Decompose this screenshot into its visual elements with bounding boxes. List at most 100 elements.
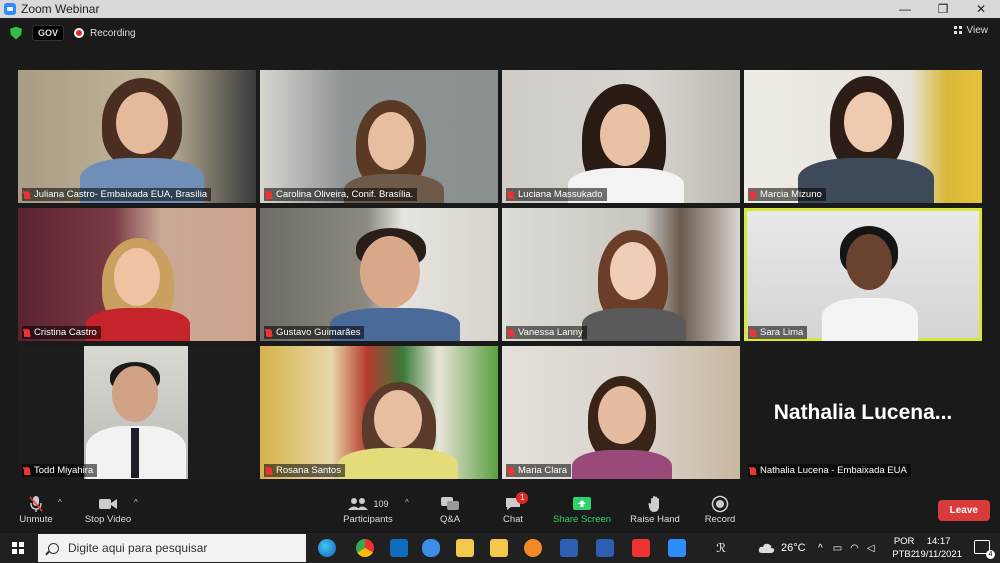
wifi-icon[interactable]: ◠ <box>850 543 859 554</box>
weather-widget[interactable]: 26°C <box>758 533 806 563</box>
participant-name: Sara Lima <box>760 327 804 338</box>
people-icon[interactable]: ℛ <box>712 539 730 557</box>
participants-count: 109 <box>373 499 389 509</box>
record-icon <box>711 495 729 513</box>
muted-mic-icon <box>508 466 514 475</box>
participants-options-caret[interactable]: ^ <box>405 498 409 507</box>
muted-microphone-icon <box>29 496 43 512</box>
battery-icon[interactable]: ▭ <box>833 543 842 554</box>
volume-icon[interactable]: ◁ <box>867 543 875 554</box>
qa-icon <box>441 497 459 510</box>
unmute-label: Unmute <box>19 514 53 525</box>
language-indicator[interactable]: POR PTB2 <box>892 535 916 561</box>
video-tile-nathalia-camera-off[interactable]: Nathalia Lucena... Nathalia Lucena - Emb… <box>744 346 982 479</box>
stop-video-button[interactable]: Stop Video <box>80 494 136 525</box>
video-tile-marcia[interactable]: Marcia Mizuno <box>744 70 982 203</box>
taskbar-search-box[interactable]: Digite aqui para pesquisar <box>38 534 306 562</box>
close-button[interactable]: ✕ <box>962 0 1000 18</box>
qa-button[interactable]: Q&A <box>432 494 468 525</box>
word-document-icon[interactable] <box>596 539 614 557</box>
chat-button[interactable]: 1 Chat <box>496 492 530 525</box>
encryption-shield-icon[interactable] <box>10 26 22 40</box>
video-tile-todd[interactable]: Todd Miyahira <box>18 346 256 479</box>
camera-off-name-display: Nathalia Lucena... <box>773 400 953 424</box>
share-screen-icon <box>573 497 591 510</box>
word-icon[interactable] <box>560 539 578 557</box>
participants-icon <box>348 498 369 510</box>
chrome-icon[interactable] <box>356 539 374 557</box>
muted-mic-icon <box>508 328 514 337</box>
outlook-icon[interactable] <box>390 539 408 557</box>
keyboard-layout: PTB2 <box>892 549 916 560</box>
video-tile-luciana[interactable]: Luciana Massukado <box>502 70 740 203</box>
participant-name: Maria Clara <box>518 465 568 476</box>
file-explorer-icon[interactable] <box>456 539 474 557</box>
video-tile-juliana[interactable]: Juliana Castro- Embaixada EUA, Brasília <box>18 70 256 203</box>
muted-mic-icon <box>24 328 30 337</box>
recording-icon <box>74 28 85 38</box>
window-title: Zoom Webinar <box>21 2 100 16</box>
temperature: 26°C <box>781 542 806 554</box>
maximize-button[interactable]: ❐ <box>924 0 962 18</box>
muted-mic-icon <box>508 190 514 199</box>
clock-time: 14:17 <box>926 536 951 547</box>
edge-icon[interactable] <box>318 539 336 557</box>
participants-button[interactable]: 109 Participants <box>338 494 398 525</box>
video-tile-gustavo[interactable]: Gustavo Guimarães <box>260 208 498 341</box>
chevron-up-icon[interactable]: ^ <box>818 543 823 554</box>
muted-mic-icon <box>750 328 756 337</box>
leave-button[interactable]: Leave <box>937 500 990 521</box>
minimize-button[interactable]: — <box>886 0 924 18</box>
video-tile-vanessa[interactable]: Vanessa Lanny <box>502 208 740 341</box>
muted-mic-icon <box>750 466 756 475</box>
notification-center-icon[interactable]: 4 <box>974 540 995 559</box>
folder-icon[interactable] <box>490 539 508 557</box>
record-label: Record <box>704 514 736 525</box>
view-button[interactable]: View <box>953 25 989 36</box>
participant-name: Todd Miyahira <box>34 465 94 476</box>
participant-name: Vanessa Lanny <box>518 327 583 338</box>
muted-mic-icon <box>24 190 30 199</box>
participant-name: Rosana Santos <box>276 465 341 476</box>
video-tile-rosana[interactable]: Rosana Santos <box>260 346 498 479</box>
recording-status[interactable]: Recording <box>90 28 136 39</box>
muted-mic-icon <box>266 190 272 199</box>
tray-icons[interactable]: ^ ▭ ◠ ◁ <box>818 533 875 563</box>
app-icon[interactable] <box>524 539 542 557</box>
cloud-icon <box>758 543 775 553</box>
participant-name: Nathalia Lucena - Embaixada EUA <box>760 465 907 476</box>
audio-options-caret[interactable]: ^ <box>58 498 62 507</box>
window-title-bar: Zoom Webinar — ❐ ✕ <box>0 0 1000 18</box>
participant-name: Gustavo Guimarães <box>276 327 361 338</box>
share-screen-button[interactable]: Share Screen <box>552 494 612 525</box>
record-button[interactable]: Record <box>702 494 738 525</box>
video-tile-sara-active-speaker[interactable]: Sara Lima <box>744 208 982 341</box>
participants-label: Participants <box>343 514 393 525</box>
notification-count: 4 <box>986 550 995 559</box>
windows-taskbar: Digite aqui para pesquisar ℛ 26°C ^ ▭ ◠ … <box>0 533 1000 563</box>
gov-badge[interactable]: GOV <box>32 25 65 41</box>
muted-mic-icon <box>266 328 272 337</box>
view-label: View <box>966 25 989 36</box>
stop-video-label: Stop Video <box>84 514 132 525</box>
windows-start-icon[interactable] <box>12 542 24 554</box>
video-tile-carolina[interactable]: Carolina Oliveira, Conif. Brasília. <box>260 70 498 203</box>
video-options-caret[interactable]: ^ <box>134 498 138 507</box>
taskbar-clock[interactable]: 14:17 19/11/2021 <box>915 535 962 561</box>
unmute-button[interactable]: Unmute <box>14 494 58 525</box>
muted-mic-icon <box>24 466 30 475</box>
muted-mic-icon <box>266 466 272 475</box>
participant-name: Luciana Massukado <box>518 189 603 200</box>
participant-name: Carolina Oliveira, Conif. Brasília. <box>276 189 414 200</box>
chat-label: Chat <box>502 514 524 525</box>
video-tile-maria-clara[interactable]: Maria Clara <box>502 346 740 479</box>
onedrive-icon[interactable] <box>422 539 440 557</box>
zoom-taskbar-icon[interactable] <box>668 539 686 557</box>
raise-hand-button[interactable]: Raise Hand <box>628 494 682 525</box>
acrobat-icon[interactable] <box>632 539 650 557</box>
video-tile-cristina[interactable]: Cristina Castro <box>18 208 256 341</box>
search-icon <box>48 542 59 554</box>
qa-label: Q&A <box>439 514 461 525</box>
meeting-toolbar: Unmute ^ Stop Video ^ 109 Participants ^… <box>0 490 1000 533</box>
grid-icon <box>953 26 963 35</box>
